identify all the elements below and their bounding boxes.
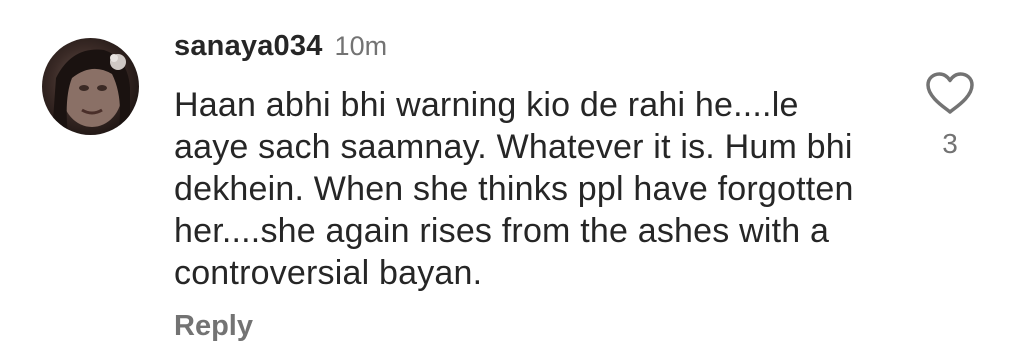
like-count: 3: [942, 128, 958, 159]
comment-meta: sanaya034 10m: [174, 30, 894, 76]
heart-outline-icon: [926, 72, 974, 114]
avatar[interactable]: [42, 38, 139, 135]
comment-content: sanaya034 10m Haan abhi bhi warning kio …: [174, 30, 894, 343]
reply-button[interactable]: Reply: [174, 310, 894, 343]
like-button[interactable]: [924, 70, 976, 121]
comment-item: sanaya034 10m Haan abhi bhi warning kio …: [0, 0, 1024, 358]
username-link[interactable]: sanaya034: [174, 30, 323, 63]
avatar-image: [52, 49, 130, 135]
comment-text: Haan abhi bhi warning kio de rahi he....…: [174, 86, 854, 292]
timestamp: 10m: [334, 31, 388, 61]
